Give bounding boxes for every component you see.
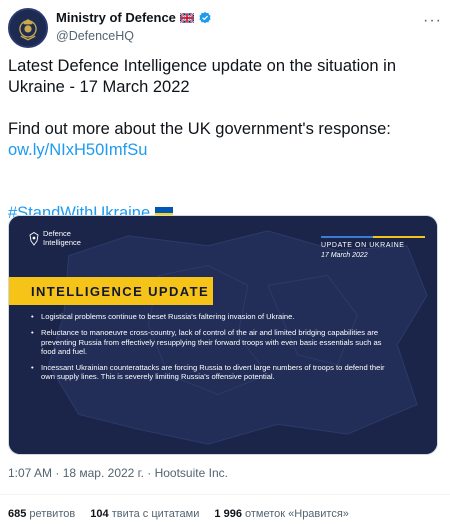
bullet-item: Logistical problems continue to beset Ru… xyxy=(31,312,396,322)
update-date: 17 March 2022 xyxy=(321,252,368,259)
tweet-timestamp[interactable]: 1:07 AM · 18 мар. 2022 г. · Hootsuite In… xyxy=(8,466,228,480)
divider xyxy=(0,494,450,495)
retweets-stat[interactable]: 685 ретвитов xyxy=(8,508,75,520)
intelligence-bullets: Logistical problems continue to beset Ru… xyxy=(31,312,396,389)
update-title: UPDATE ON UKRAINE xyxy=(321,242,405,249)
crest-icon xyxy=(29,231,39,246)
verified-badge-icon xyxy=(199,11,211,23)
user-handle[interactable]: @DefenceHQ xyxy=(56,29,134,43)
uk-flag-icon xyxy=(179,12,194,23)
media-card[interactable]: Defence Intelligence UPDATE ON UKRAINE 1… xyxy=(8,215,438,455)
bullet-item: Incessant Ukrainian counterattacks are f… xyxy=(31,363,396,382)
avatar[interactable] xyxy=(8,8,48,48)
likes-count: 1 996 xyxy=(214,508,242,520)
quotes-stat[interactable]: 104 твита с цитатами xyxy=(90,508,199,520)
ukraine-colour-bar xyxy=(321,236,425,238)
ukraine-flag-icon xyxy=(8,186,26,198)
quotes-label: твита с цитатами xyxy=(111,508,200,520)
display-name-line: Ministry of Defence xyxy=(56,10,212,25)
likes-stat[interactable]: 1 996 отметок «Нравится» xyxy=(214,508,349,520)
tweet-text: Latest Defence Intelligence update on th… xyxy=(8,56,442,224)
intelligence-update-banner: INTELLIGENCE UPDATE xyxy=(9,277,213,305)
quotes-count: 104 xyxy=(90,508,109,520)
tweet-line-update: Latest Defence Intelligence update on th… xyxy=(8,57,397,96)
tweet-link[interactable]: ow.ly/NIxH50ImfSu xyxy=(8,141,147,159)
retweets-count: 685 xyxy=(8,508,27,520)
bullet-item: Reluctance to manoeuvre cross-country, l… xyxy=(31,328,396,356)
retweets-label: ретвитов xyxy=(29,508,76,520)
logo-line-2: Intelligence xyxy=(43,237,81,247)
display-name[interactable]: Ministry of Defence xyxy=(56,10,176,25)
mod-crest-icon xyxy=(10,10,46,46)
update-label: UPDATE ON UKRAINE 17 March 2022 xyxy=(321,236,425,259)
engagement-stats: 685 ретвитов 104 твита с цитатами 1 996 … xyxy=(8,508,349,520)
more-horizontal-icon[interactable]: ··· xyxy=(423,12,442,30)
defence-intelligence-logo: Defence Intelligence xyxy=(29,229,81,247)
likes-label: отметок «Нравится» xyxy=(245,508,349,520)
banner-title: INTELLIGENCE UPDATE xyxy=(31,284,210,299)
tweet-line-response: Find out more about the UK government's … xyxy=(8,120,391,138)
tweet-header: Ministry of Defence @DefenceHQ ··· xyxy=(8,8,442,48)
